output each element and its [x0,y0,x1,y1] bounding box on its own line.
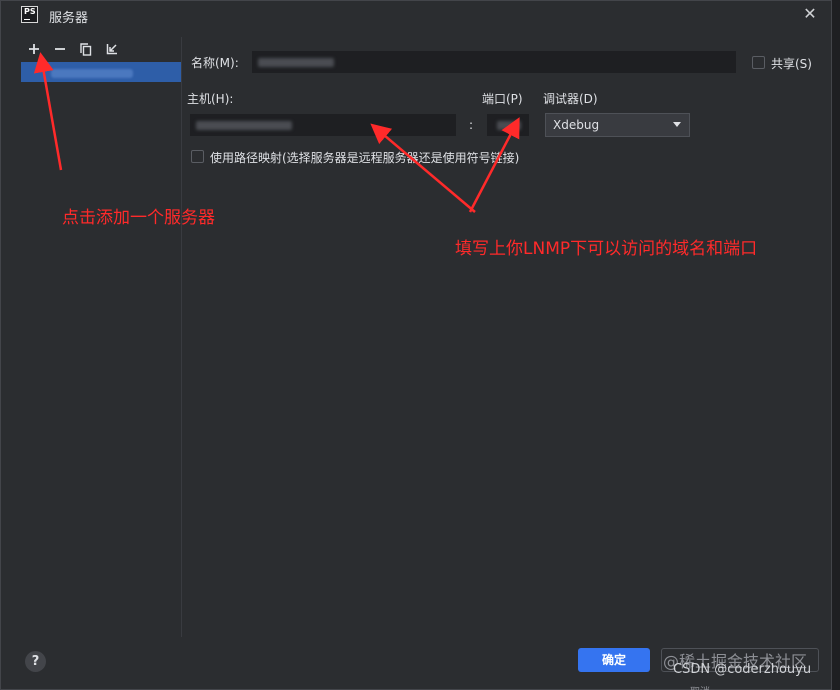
debugger-label: 调试器(D) [543,92,598,106]
port-label: 端口(P) [482,92,523,106]
share-checkbox[interactable] [752,56,765,69]
watermark-csdn: CSDN @coderzhouyu [673,662,812,677]
annotation-add-server: 点击添加一个服务器 [62,208,215,228]
background-window-edge [832,0,840,690]
import-server-button[interactable] [99,39,125,59]
annotation-fill-host: 填写上你LNMP下可以访问的域名和端口 [455,239,758,259]
path-mapping-label: 使用路径映射(选择服务器是远程服务器还是使用符号链接) [210,151,520,165]
chevron-down-icon [673,122,681,127]
redacted-name-value [258,58,334,67]
server-list [21,62,181,637]
redacted-port-value [497,121,521,130]
share-label: 共享(S) [771,57,812,71]
redacted-server-name [51,69,133,78]
copy-server-button[interactable] [73,39,99,59]
minus-icon [55,48,65,50]
debugger-select[interactable]: Xdebug [545,113,690,137]
add-server-button[interactable] [21,39,47,59]
servers-dialog: PS 服务器 ✕ 名称(M): 共享(S) 主机(H): 端口(P) 调试器(D… [0,0,832,690]
name-label: 名称(M): [191,56,239,70]
host-input[interactable] [189,113,457,137]
title-bar: PS 服务器 ✕ [1,1,831,29]
ok-button[interactable]: 确定 [578,648,650,672]
copy-icon [80,42,92,56]
help-button[interactable]: ? [25,651,46,672]
host-label: 主机(H): [187,92,234,106]
path-mapping-checkbox[interactable] [191,150,204,163]
dialog-title: 服务器 [49,11,89,26]
panel-divider [181,37,182,637]
host-port-separator: : [469,118,474,132]
server-list-toolbar [21,39,125,59]
cancel-button-label-cut: 取消 [690,683,710,690]
name-input[interactable] [251,50,737,74]
close-button[interactable]: ✕ [801,5,819,23]
debugger-select-value: Xdebug [553,118,600,132]
redacted-host-value [196,121,292,130]
remove-server-button[interactable] [47,39,73,59]
server-list-item-selected[interactable] [21,62,181,82]
port-input[interactable] [486,113,530,137]
plus-icon [29,44,39,54]
import-icon [106,44,117,55]
phpstorm-app-icon: PS [21,6,38,23]
